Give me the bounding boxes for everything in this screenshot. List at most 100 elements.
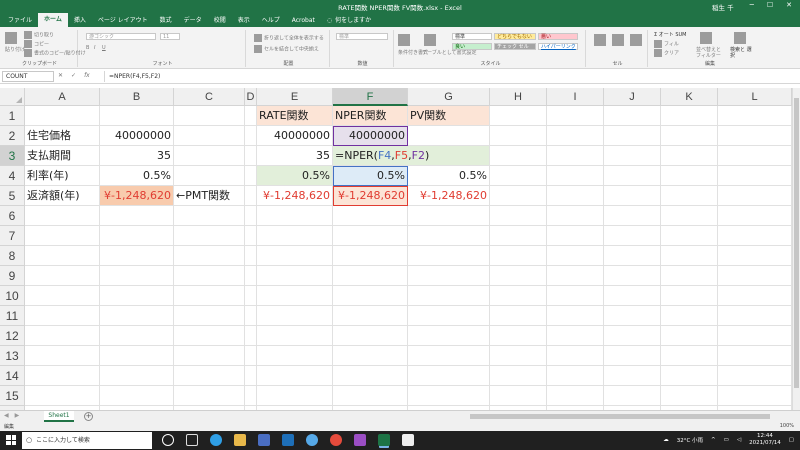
row-header-13[interactable]: 13 [0,346,25,366]
maximize-icon[interactable]: ☐ [767,1,773,9]
tab-page-layout[interactable]: ページ レイアウト [92,15,154,27]
cell-g5[interactable]: ¥-1,248,620 [408,186,490,206]
autosum-button[interactable]: Σ オート SUM [654,31,687,38]
empty-cell[interactable] [661,286,718,306]
column-header-h[interactable]: H [490,88,547,106]
empty-cell[interactable] [100,286,174,306]
onenote-icon[interactable] [354,434,366,446]
empty-cell[interactable] [174,126,245,146]
empty-cell[interactable] [174,286,245,306]
empty-cell[interactable] [257,246,333,266]
weather-text[interactable]: 32°C 小雨 [677,436,703,444]
empty-cell[interactable] [718,146,792,166]
empty-cell[interactable] [333,346,408,366]
empty-cell[interactable] [408,286,490,306]
empty-cell[interactable] [333,286,408,306]
empty-cell[interactable] [661,306,718,326]
empty-cell[interactable] [333,306,408,326]
empty-cell[interactable] [661,346,718,366]
cell-e1[interactable]: RATE関数 [257,106,333,126]
empty-cell[interactable] [333,366,408,386]
network-icon[interactable]: ▭ [724,437,729,443]
sheet-prev-icon[interactable]: ◀ [4,412,9,419]
empty-cell[interactable] [547,366,604,386]
empty-cell[interactable] [100,326,174,346]
empty-cell[interactable] [333,386,408,406]
cut-button[interactable]: 切り取り [24,31,54,39]
empty-cell[interactable] [490,226,547,246]
font-name-select[interactable]: 游ゴシック [86,33,156,40]
empty-cell[interactable] [25,106,100,126]
empty-cell[interactable] [490,106,547,126]
empty-cell[interactable] [245,366,257,386]
user-name[interactable]: 稲生 千 [712,2,734,12]
volume-icon[interactable]: ◁ [737,437,741,443]
tab-acrobat[interactable]: Acrobat [286,15,321,27]
empty-cell[interactable] [245,246,257,266]
row-header-8[interactable]: 8 [0,246,25,266]
task-view-icon[interactable] [186,434,198,446]
row-header-7[interactable]: 7 [0,226,25,246]
insert-cell-button[interactable] [594,34,608,46]
empty-cell[interactable] [604,186,661,206]
empty-cell[interactable] [25,246,100,266]
empty-cell[interactable] [490,206,547,226]
format-table-button[interactable] [424,34,438,46]
empty-cell[interactable] [604,106,661,126]
empty-cell[interactable] [25,386,100,406]
paste-button[interactable] [5,32,19,44]
empty-cell[interactable] [25,326,100,346]
cancel-icon[interactable]: ✕ [58,72,63,79]
empty-cell[interactable] [490,346,547,366]
empty-cell[interactable] [661,366,718,386]
row-header-14[interactable]: 14 [0,366,25,386]
empty-cell[interactable] [174,346,245,366]
clock[interactable]: 12:44 2021/07/14 [749,433,781,447]
empty-cell[interactable] [257,346,333,366]
row-header-5[interactable]: 5 [0,186,25,206]
name-box[interactable]: COUNT [2,71,54,82]
empty-cell[interactable] [257,266,333,286]
format-cell-button[interactable] [630,34,644,46]
empty-cell[interactable] [718,386,792,406]
empty-cell[interactable] [408,126,490,146]
delete-cell-button[interactable] [612,34,626,46]
empty-cell[interactable] [547,186,604,206]
empty-cell[interactable] [100,246,174,266]
empty-cell[interactable] [174,326,245,346]
tab-view[interactable]: 表示 [232,15,256,27]
empty-cell[interactable] [718,206,792,226]
empty-cell[interactable] [174,226,245,246]
empty-cell[interactable] [25,226,100,246]
wrap-text-button[interactable]: 折り返して全体を表示する [254,34,324,42]
copy-button[interactable]: コピー [24,40,49,48]
cell-b5[interactable]: ¥-1,248,620 [100,186,174,206]
row-header-1[interactable]: 1 [0,106,25,126]
empty-cell[interactable] [245,386,257,406]
empty-cell[interactable] [408,386,490,406]
column-header-g[interactable]: G [408,88,490,106]
empty-cell[interactable] [174,266,245,286]
empty-cell[interactable] [604,226,661,246]
empty-cell[interactable] [718,326,792,346]
close-icon[interactable]: ✕ [786,1,792,9]
horizontal-scrollbar[interactable] [470,414,770,419]
tray-chevron-icon[interactable]: ^ [711,437,716,443]
pdf-icon[interactable] [402,434,414,446]
chrome-icon[interactable] [330,434,342,446]
cell-f3-editing[interactable]: =NPER(F4,F5,F2) [333,146,490,166]
bold-button[interactable]: B [86,45,89,51]
empty-cell[interactable] [604,286,661,306]
empty-cell[interactable] [257,326,333,346]
empty-cell[interactable] [661,126,718,146]
empty-cell[interactable] [100,226,174,246]
empty-cell[interactable] [245,166,257,186]
tab-formulas[interactable]: 数式 [154,15,178,27]
clear-button[interactable]: クリア [654,49,679,57]
empty-cell[interactable] [257,386,333,406]
empty-cell[interactable] [245,186,257,206]
empty-cell[interactable] [604,326,661,346]
cell-a5[interactable]: 返済額(年) [25,186,100,206]
tab-file[interactable]: ファイル [2,15,38,27]
conditional-format-button[interactable] [398,34,412,46]
